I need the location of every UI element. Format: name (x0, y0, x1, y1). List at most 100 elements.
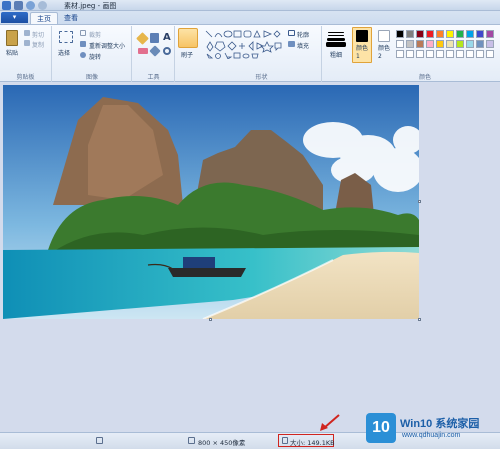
palette-swatch[interactable] (486, 30, 494, 38)
size-group[interactable]: 粗细 (323, 26, 349, 82)
dimensions-icon (188, 437, 195, 444)
canvas-image[interactable] (3, 85, 419, 319)
palette-swatch[interactable] (396, 30, 404, 38)
palette-swatch[interactable] (426, 30, 434, 38)
brushes-button[interactable]: 刷子 (181, 50, 193, 59)
crop-button[interactable]: 裁剪 (89, 30, 101, 39)
eraser-icon[interactable] (138, 48, 148, 54)
brushes-group[interactable]: 刷子 (176, 26, 201, 82)
palette-swatch[interactable] (436, 30, 444, 38)
palette-empty-slot[interactable] (396, 50, 404, 58)
resize-handle-right[interactable] (418, 200, 421, 203)
resize-button[interactable]: 重新调整大小 (89, 41, 125, 50)
color2-label[interactable]: 颜色 2 (378, 45, 390, 61)
shapes-label: 形状 (255, 74, 268, 81)
outline-icon[interactable] (288, 30, 295, 36)
palette-empty-slot[interactable] (466, 50, 474, 58)
ribbon: 粘贴 剪切 复制 剪贴板 选择 裁剪 重新调整大小 旋转 图像 A 工具 刷子 (0, 24, 500, 82)
palette-empty-slot[interactable] (446, 50, 454, 58)
palette-swatch[interactable] (466, 40, 474, 48)
window-title: 素材.jpeg - 画图 (64, 2, 117, 10)
annotation-arrow (320, 414, 340, 431)
palette-swatch[interactable] (426, 40, 434, 48)
copy-icon[interactable] (24, 40, 30, 46)
cut-button[interactable]: 剪切 (32, 30, 44, 39)
image-label: 图像 (85, 74, 98, 81)
palette-swatch[interactable] (446, 30, 454, 38)
shapes-group: 轮廓 填充 形状 (202, 26, 322, 82)
palette-swatch[interactable] (486, 40, 494, 48)
file-size: 大小: 149.1KB (290, 439, 335, 447)
palette-swatch[interactable] (456, 30, 464, 38)
paste-icon[interactable] (6, 30, 18, 46)
palette-empty-slot[interactable] (436, 50, 444, 58)
palette-empty-slot[interactable] (416, 50, 424, 58)
palette-swatch[interactable] (396, 40, 404, 48)
palette-swatch[interactable] (416, 30, 424, 38)
palette-empty-slot[interactable] (486, 50, 494, 58)
watermark: 10 Win10 系统家园 www.qdhuajin.com (366, 411, 496, 447)
cursor-position-icon (96, 437, 103, 444)
colors-label: 颜色 (418, 74, 431, 81)
ribbon-tabs: ▾ 主页 查看 (0, 11, 500, 24)
crop-icon[interactable] (80, 30, 86, 36)
size-icon[interactable] (328, 32, 344, 33)
palette-swatch[interactable] (466, 30, 474, 38)
watermark-brand: Win10 系统家园 (400, 418, 480, 430)
clipboard-label: 剪贴板 (16, 74, 35, 81)
watermark-logo: 10 (366, 413, 396, 443)
app-icon[interactable] (2, 1, 11, 10)
palette-empty-slot[interactable] (426, 50, 434, 58)
undo-icon[interactable] (26, 1, 35, 10)
magnifier-icon[interactable] (163, 47, 171, 55)
picker-icon[interactable] (149, 45, 161, 57)
select-icon[interactable] (59, 31, 73, 43)
resize-handle-corner[interactable] (418, 318, 421, 321)
clipboard-group: 粘贴 剪切 复制 剪贴板 (0, 26, 52, 82)
select-button[interactable]: 选择 (58, 48, 70, 57)
palette-swatch[interactable] (446, 40, 454, 48)
tab-home[interactable]: 主页 (30, 12, 58, 24)
brush-icon[interactable] (178, 28, 198, 48)
beach-photo (3, 85, 419, 319)
shapes-gallery[interactable] (205, 29, 283, 59)
fill-button[interactable]: 填充 (297, 41, 309, 50)
palette-swatch[interactable] (476, 30, 484, 38)
palette-empty-slot[interactable] (476, 50, 484, 58)
redo-icon[interactable] (38, 1, 47, 10)
file-size-icon (282, 437, 288, 444)
palette-swatch[interactable] (476, 40, 484, 48)
fill-icon[interactable] (150, 33, 159, 43)
rotate-button[interactable]: 旋转 (89, 52, 101, 61)
title-bar: 素材.jpeg - 画图 (0, 0, 500, 11)
cut-icon[interactable] (24, 30, 30, 36)
palette-swatch[interactable] (416, 40, 424, 48)
outline-button[interactable]: 轮廓 (297, 30, 309, 39)
tab-view[interactable]: 查看 (58, 12, 84, 24)
rotate-icon[interactable] (80, 52, 86, 58)
palette-swatch[interactable] (406, 30, 414, 38)
colors-group: 颜色 1 颜色 2 颜色 (350, 26, 500, 82)
tools-label: 工具 (147, 74, 160, 81)
palette-empty-slot[interactable] (406, 50, 414, 58)
image-dimensions: 800 × 450像素 (198, 439, 246, 447)
copy-button[interactable]: 复制 (32, 40, 44, 49)
palette-swatch[interactable] (406, 40, 414, 48)
watermark-url: www.qdhuajin.com (402, 432, 461, 439)
paste-button[interactable]: 粘贴 (6, 48, 18, 57)
color1-label[interactable]: 颜色 1 (356, 45, 368, 61)
file-menu-button[interactable]: ▾ (1, 12, 28, 23)
resize-icon[interactable] (80, 41, 86, 47)
palette-swatch[interactable] (456, 40, 464, 48)
fill-shape-icon[interactable] (288, 41, 295, 47)
save-icon[interactable] (14, 1, 23, 10)
tools-group: A 工具 (133, 26, 175, 82)
palette-empty-slot[interactable] (456, 50, 464, 58)
pencil-icon[interactable] (136, 32, 149, 45)
size-button[interactable]: 粗细 (330, 50, 342, 59)
resize-handle-bottom[interactable] (209, 318, 212, 321)
color2-fill[interactable] (378, 30, 390, 42)
canvas-workspace[interactable] (0, 83, 500, 432)
text-tool-icon[interactable]: A (163, 32, 171, 43)
palette-swatch[interactable] (436, 40, 444, 48)
